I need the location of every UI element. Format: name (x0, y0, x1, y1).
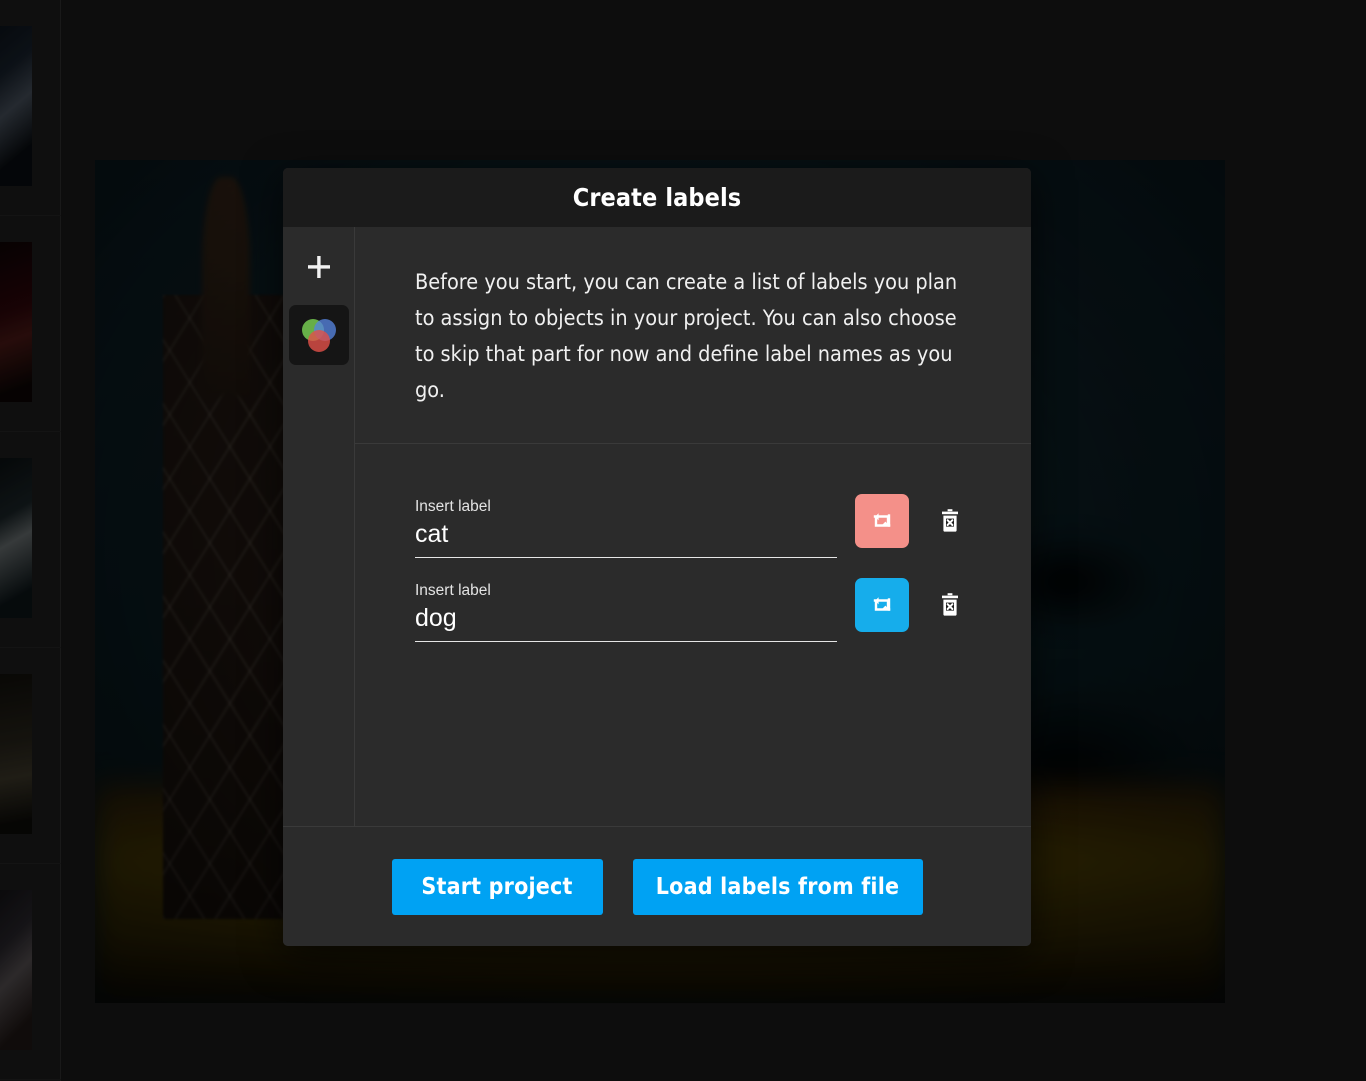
dialog-side-rail (283, 227, 355, 826)
label-field-wrapper: Insert label (415, 497, 837, 558)
shuffle-color-icon (873, 597, 891, 611)
label-color-swatch-button[interactable] (855, 578, 909, 632)
dialog-content: Before you start, you can create a list … (355, 227, 1031, 826)
delete-label-button[interactable] (931, 502, 969, 540)
color-palette-icon (301, 319, 336, 352)
label-row: Insert label (415, 474, 971, 558)
plus-icon (307, 256, 330, 278)
start-project-button[interactable]: Start project (391, 858, 603, 915)
label-row-actions (855, 494, 969, 558)
dialog-footer: Start project Load labels from file (283, 826, 1031, 946)
delete-label-button[interactable] (931, 586, 969, 624)
label-color-swatch-button[interactable] (855, 494, 909, 548)
shuffle-color-icon (873, 513, 891, 527)
field-caption: Insert label (415, 582, 491, 599)
intro-section: Before you start, you can create a list … (355, 227, 1031, 444)
label-name-input[interactable] (415, 519, 837, 550)
label-row-actions (855, 578, 969, 642)
label-name-input[interactable] (415, 603, 837, 634)
load-labels-from-file-button[interactable]: Load labels from file (632, 858, 923, 915)
label-rows-list: Insert label cat Insert label dog (355, 444, 1031, 826)
delete-icon (942, 509, 958, 532)
delete-icon (942, 593, 958, 616)
app-root: Create labels Before you start, you can … (0, 0, 1366, 1081)
create-labels-dialog: Create labels Before you start, you can … (283, 168, 1031, 946)
field-caption: Insert label (415, 498, 491, 515)
label-row: Insert label (415, 558, 971, 642)
dialog-body: Before you start, you can create a list … (283, 227, 1031, 826)
intro-text: Before you start, you can create a list … (415, 270, 958, 403)
color-palette-button[interactable] (288, 305, 349, 365)
dialog-header: Create labels (283, 168, 1031, 227)
dialog-title: Create labels (572, 183, 742, 212)
add-label-button[interactable] (297, 245, 341, 289)
label-field-wrapper: Insert label (415, 581, 837, 642)
